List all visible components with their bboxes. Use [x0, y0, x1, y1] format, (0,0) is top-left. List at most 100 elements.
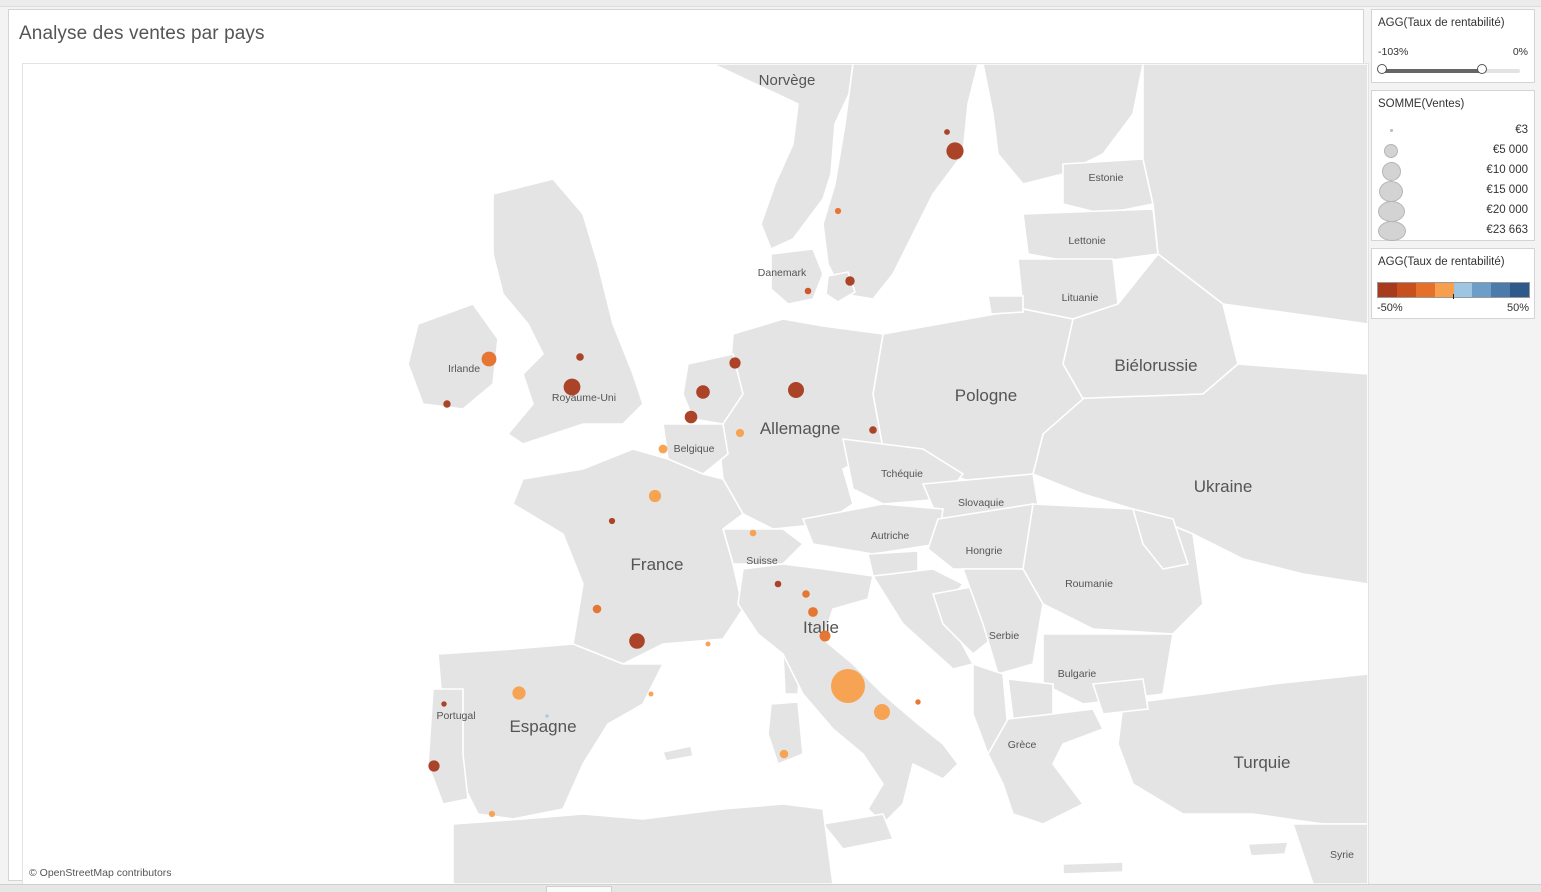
country-label: Roumanie [1065, 578, 1113, 590]
sales-mark-stockholm[interactable] [946, 142, 964, 160]
sales-mark-malm[interactable] [845, 276, 855, 286]
sales-mark-cagliari[interactable] [779, 749, 789, 759]
sales-mark-rotterdam[interactable] [684, 410, 698, 424]
filter-card-rentabilite: AGG(Taux de rentabilité) -103% 0% [1371, 9, 1535, 83]
country-label: Irlande [448, 363, 480, 375]
country-label: Danemark [758, 267, 807, 279]
size-legend-title: SOMME(Ventes) [1372, 91, 1534, 116]
size-legend-label: €15 000 [1486, 184, 1528, 196]
sales-mark-gteborg[interactable] [834, 207, 842, 215]
top-toolbar-strip [0, 0, 1541, 7]
color-ramp-max-label: 50% [1506, 302, 1529, 314]
range-slider-min-handle[interactable] [1377, 64, 1387, 74]
sales-mark-rome[interactable] [831, 669, 865, 703]
country-label: Lituanie [1062, 292, 1099, 304]
country-label: Biélorussie [1114, 356, 1197, 375]
size-legend-label: €20 000 [1486, 204, 1528, 216]
size-legend-label: €10 000 [1486, 164, 1528, 176]
land-macedonia [1007, 678, 1054, 720]
sales-mark-madrid[interactable] [512, 686, 526, 700]
size-legend-item: €15 000 [1378, 181, 1528, 202]
sales-mark-lisbonne[interactable] [428, 760, 440, 772]
range-slider-fill [1382, 69, 1482, 73]
country-label: Slovaquie [958, 497, 1004, 509]
sales-mark-londres[interactable] [563, 378, 581, 396]
map-view[interactable]: Norvège Estonie Lettonie Danemark Lituanie Ir… [22, 63, 1369, 885]
sales-mark-hambourg[interactable] [788, 382, 804, 398]
sales-mark-uppsala[interactable] [944, 129, 950, 135]
sales-mark-copenhague[interactable] [804, 287, 812, 295]
sales-mark-lyon[interactable] [749, 529, 757, 537]
color-ramp-step [1510, 283, 1529, 297]
sales-mark-cork[interactable] [443, 400, 451, 408]
land-kaliningrad [987, 295, 1024, 315]
sales-mark-naples[interactable] [874, 704, 890, 720]
land-crete [1062, 861, 1124, 875]
sales-mark-toulouse[interactable] [629, 633, 645, 649]
country-label: Allemagne [760, 419, 840, 438]
sheet-tab-active[interactable] [546, 886, 612, 892]
size-legend-label: €3 [1515, 124, 1528, 136]
worksheet-title: Analyse des ventes par pays [19, 23, 265, 44]
sales-mark-dublin[interactable] [481, 351, 497, 367]
sales-mark-valladolid[interactable] [545, 714, 549, 718]
country-label: Grèce [1008, 739, 1037, 751]
size-legend-item: €10 000 [1378, 161, 1528, 181]
color-ramp-step [1378, 283, 1397, 297]
color-ramp-min-label: -50% [1377, 302, 1403, 314]
sales-mark-nantes[interactable] [608, 517, 616, 525]
color-ramp-zero-tick [1453, 294, 1454, 299]
size-legend-card: SOMME(Ventes) €3 €5 000 €10 000 €15 000 … [1371, 90, 1535, 241]
sales-mark-porto[interactable] [441, 701, 447, 707]
country-label: Espagne [509, 717, 576, 736]
sales-mark-paris[interactable] [648, 489, 662, 503]
color-ramp-step [1434, 283, 1454, 297]
worksheet-panel: Analyse des ventes par pays Norvège Esto… [8, 9, 1369, 885]
filter-range-labels: -103% 0% [1378, 46, 1528, 58]
size-legend-item: €3 [1378, 121, 1528, 141]
range-slider-max-handle[interactable] [1477, 64, 1487, 74]
size-legend-item: €20 000 [1378, 201, 1528, 222]
size-circle-icon [1379, 181, 1403, 202]
sales-mark-bari[interactable] [915, 699, 921, 705]
sales-mark-turin[interactable] [774, 580, 782, 588]
sales-mark-sville[interactable] [488, 810, 496, 818]
filter-min-label: -103% [1378, 46, 1409, 58]
country-label: Estonie [1088, 172, 1123, 184]
map-attribution[interactable]: © OpenStreetMap contributors [27, 867, 174, 879]
sales-mark-marseille[interactable] [705, 641, 711, 647]
sales-mark-berlin[interactable] [869, 426, 877, 434]
sales-mark-groningen[interactable] [729, 357, 741, 369]
country-label: France [631, 555, 684, 574]
sales-mark-barcelone[interactable] [648, 691, 654, 697]
size-circle-icon [1378, 221, 1406, 241]
filter-card-title: AGG(Taux de rentabilité) [1378, 17, 1505, 29]
sales-mark-francfort[interactable] [735, 428, 745, 438]
country-label: Syrie [1330, 849, 1354, 861]
country-label: Autriche [871, 530, 910, 542]
sales-mark-florence[interactable] [819, 630, 831, 642]
color-legend-title: AGG(Taux de rentabilité) [1378, 256, 1505, 268]
country-label: Turquie [1233, 753, 1290, 772]
sales-mark-milan[interactable] [802, 590, 810, 598]
country-label: Ukraine [1194, 477, 1253, 496]
country-label: Tchéquie [881, 468, 923, 480]
sales-mark-manchester[interactable] [576, 353, 584, 361]
sales-mark-bordeaux[interactable] [592, 604, 602, 614]
country-label: Pologne [955, 386, 1017, 405]
size-circle-icon [1384, 144, 1398, 158]
country-label: Belgique [674, 443, 715, 455]
map-canvas[interactable]: Norvège Estonie Lettonie Danemark Lituanie Ir… [23, 64, 1368, 884]
color-ramp-step [1472, 283, 1492, 297]
country-label: Hongrie [966, 545, 1003, 557]
country-label: Bulgarie [1058, 668, 1097, 680]
sales-mark-amsterdam[interactable] [696, 385, 710, 399]
size-legend-item: €23 663 [1378, 221, 1528, 241]
land-turkey-europe [1091, 678, 1149, 715]
size-circle-icon [1382, 162, 1401, 181]
country-label: Serbie [989, 630, 1020, 642]
sales-mark-bruxelles[interactable] [658, 444, 668, 454]
sales-mark-bologne[interactable] [808, 607, 818, 617]
land-estonia [1062, 158, 1154, 215]
color-ramp-step [1453, 283, 1473, 297]
